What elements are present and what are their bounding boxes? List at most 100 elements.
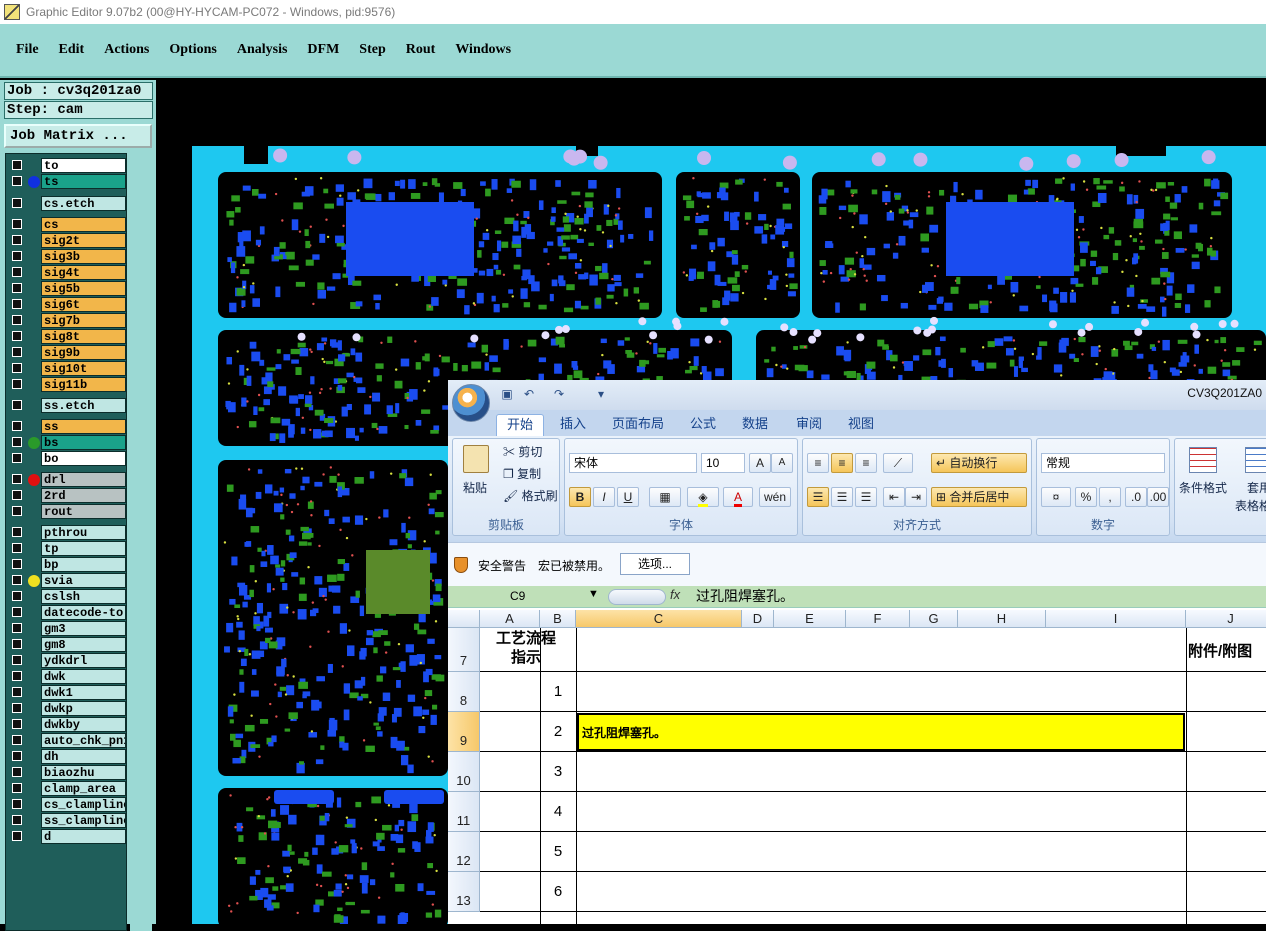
layer-name[interactable]: rout (41, 504, 126, 519)
layer-name[interactable]: datecode-to (41, 605, 126, 620)
menu-edit[interactable]: Edit (59, 42, 85, 58)
layer-name[interactable]: sig5b (41, 281, 126, 296)
layer-checkbox[interactable] (12, 315, 22, 325)
layer-row-bp[interactable]: bp (8, 557, 126, 572)
layer-checkbox[interactable] (12, 176, 22, 186)
layer-row-sig7b[interactable]: sig7b (8, 313, 126, 328)
security-options-button[interactable]: 选项... (620, 553, 690, 575)
increase-indent-button[interactable]: ⇥ (905, 487, 927, 507)
layer-name[interactable]: ss.etch (41, 398, 126, 413)
layer-row-gm3[interactable]: gm3 (8, 621, 126, 636)
layer-checkbox[interactable] (12, 299, 22, 309)
office-button[interactable] (452, 384, 490, 422)
undo-icon[interactable]: ↶ (522, 387, 536, 401)
layer-name[interactable]: clamp_area (41, 781, 126, 796)
layer-checkbox[interactable] (12, 783, 22, 793)
layer-row-sig5b[interactable]: sig5b (8, 281, 126, 296)
layer-row-sig8t[interactable]: sig8t (8, 329, 126, 344)
layer-checkbox[interactable] (12, 474, 22, 484)
layer-row-sig10t[interactable]: sig10t (8, 361, 126, 376)
font-size-select[interactable]: 10 (701, 453, 745, 473)
cut-button[interactable]: ✂ 剪切 (503, 443, 542, 463)
layer-row-to[interactable]: to (8, 158, 126, 173)
job-matrix-button[interactable]: Job Matrix ... (4, 124, 152, 148)
layer-row-ydkdrl[interactable]: ydkdrl (8, 653, 126, 668)
layer-checkbox[interactable] (12, 831, 22, 841)
layer-checkbox[interactable] (12, 267, 22, 277)
row-header-10[interactable]: 10 (448, 752, 480, 792)
layer-checkbox[interactable] (12, 421, 22, 431)
wrap-text-button[interactable]: ↵ 自动换行 (931, 453, 1027, 473)
seq-cell[interactable]: 3 (540, 763, 576, 780)
layer-row-2rd[interactable]: 2rd (8, 488, 126, 503)
layer-row-rout[interactable]: rout (8, 504, 126, 519)
row-header-12[interactable]: 12 (448, 832, 480, 872)
layer-name[interactable]: sig7b (41, 313, 126, 328)
tab-page-layout[interactable]: 页面布局 (602, 414, 674, 436)
layer-name[interactable]: dwk (41, 669, 126, 684)
layer-checkbox[interactable] (12, 331, 22, 341)
layer-row-pthrou[interactable]: pthrou (8, 525, 126, 540)
layer-checkbox[interactable] (12, 198, 22, 208)
layer-row-dwk1[interactable]: dwk1 (8, 685, 126, 700)
column-header-F[interactable]: F (846, 610, 910, 628)
layer-checkbox[interactable] (12, 687, 22, 697)
layer-name[interactable]: ss (41, 419, 126, 434)
font-color-button[interactable]: A (723, 487, 753, 507)
shrink-font-button[interactable]: A (771, 453, 793, 473)
row-header-7[interactable]: 7 (448, 628, 480, 672)
layer-name[interactable]: sig8t (41, 329, 126, 344)
column-header-C[interactable]: C (576, 610, 742, 628)
layer-name[interactable]: cslsh (41, 589, 126, 604)
layer-row-ss-etch[interactable]: ss.etch (8, 398, 126, 413)
align-left-button[interactable]: ☰ (807, 487, 829, 507)
percent-button[interactable]: % (1075, 487, 1097, 507)
select-all-corner[interactable] (448, 610, 480, 628)
layer-row-tp[interactable]: tp (8, 541, 126, 556)
seq-cell[interactable]: 1 (540, 683, 576, 700)
paste-icon[interactable] (463, 445, 489, 473)
phonetic-button[interactable]: wén (759, 487, 791, 507)
layer-checkbox[interactable] (12, 160, 22, 170)
number-format-select[interactable]: 常规 (1041, 453, 1165, 473)
layer-name[interactable]: ydkdrl (41, 653, 126, 668)
layer-name[interactable]: biaozhu (41, 765, 126, 780)
layer-name[interactable]: cs (41, 217, 126, 232)
column-header-B[interactable]: B (540, 610, 576, 628)
column-header-H[interactable]: H (958, 610, 1046, 628)
layer-row-bo[interactable]: bo (8, 451, 126, 466)
row-header-9[interactable]: 9 (448, 712, 480, 752)
underline-button[interactable]: U (617, 487, 639, 507)
layer-name[interactable]: dwk1 (41, 685, 126, 700)
format-as-table-button-line2[interactable]: 表格格 (1235, 497, 1266, 517)
column-header-A[interactable]: A (480, 610, 540, 628)
layer-name[interactable]: bs (41, 435, 126, 450)
align-right-button[interactable]: ☰ (855, 487, 877, 507)
layer-name[interactable]: dwkby (41, 717, 126, 732)
layer-row-ss-clampline[interactable]: ss_clampline (8, 813, 126, 828)
menu-rout[interactable]: Rout (406, 42, 436, 58)
tab-home[interactable]: 开始 (496, 414, 545, 436)
menu-analysis[interactable]: Analysis (237, 42, 288, 58)
layer-checkbox[interactable] (12, 251, 22, 261)
layer-name[interactable]: 2rd (41, 488, 126, 503)
format-painter-button[interactable]: 🖌 格式刷 (503, 487, 558, 507)
grow-font-button[interactable]: A (749, 453, 771, 473)
format-as-table-button[interactable]: 套用 (1247, 479, 1266, 499)
layer-row-dwk[interactable]: dwk (8, 669, 126, 684)
layer-name[interactable]: to (41, 158, 126, 173)
tab-review[interactable]: 审阅 (786, 414, 832, 436)
layer-name[interactable]: pthrou (41, 525, 126, 540)
menu-actions[interactable]: Actions (104, 42, 149, 58)
layer-row-clamp-area[interactable]: clamp_area (8, 781, 126, 796)
layer-name[interactable]: sig9b (41, 345, 126, 360)
layer-checkbox[interactable] (12, 543, 22, 553)
column-header-I[interactable]: I (1046, 610, 1186, 628)
layer-name[interactable]: ss_clampline (41, 813, 126, 828)
formula-input[interactable]: 过孔阻焊塞孔。 (696, 587, 794, 606)
layer-name[interactable]: svia (41, 573, 126, 588)
layer-checkbox[interactable] (12, 735, 22, 745)
layer-row-cs-clampline[interactable]: cs_clampline (8, 797, 126, 812)
layer-name[interactable]: d (41, 829, 126, 844)
layer-name[interactable]: gm3 (41, 621, 126, 636)
